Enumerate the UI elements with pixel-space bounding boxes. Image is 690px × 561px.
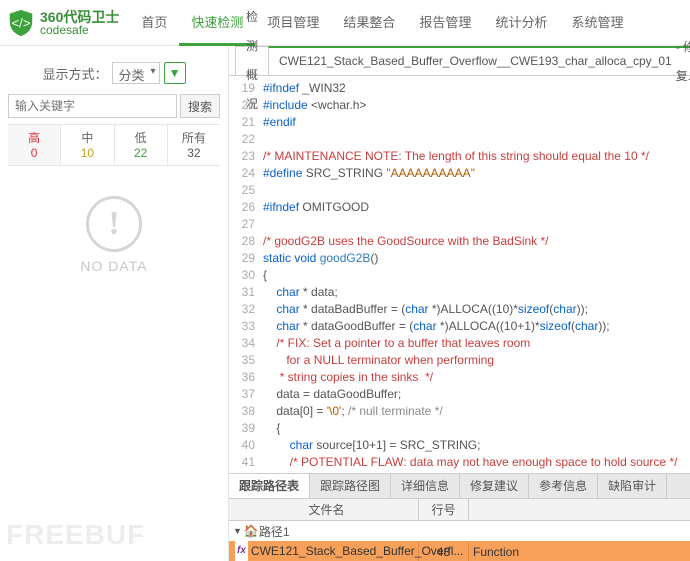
bottom-tab-2[interactable]: 详细信息 <box>391 474 460 498</box>
severity-tab-1[interactable]: 中10 <box>61 125 114 165</box>
path-tree-node[interactable]: ▼ 🏠 路径1 <box>229 521 690 541</box>
nav-item-1[interactable]: 快速检测 <box>179 0 255 46</box>
col-line: 行号 <box>419 499 469 520</box>
folder-icon: 🏠 <box>244 524 259 538</box>
bottom-tab-3[interactable]: 修复建议 <box>460 474 529 498</box>
logo: </> 360代码卫士 codesafe <box>0 8 129 38</box>
search-input[interactable] <box>8 94 177 118</box>
function-icon: fx <box>235 540 248 561</box>
watermark: FREEBUF <box>6 519 145 551</box>
severity-tab-2[interactable]: 低22 <box>115 125 168 165</box>
nav-item-2[interactable]: 项目管理 <box>255 0 331 46</box>
exclamation-icon: ! <box>86 196 142 252</box>
nav-item-0[interactable]: 首页 <box>129 0 179 46</box>
tab-overview[interactable]: 检测概况 <box>235 46 269 75</box>
nav-item-6[interactable]: 系统管理 <box>559 0 635 46</box>
nav-item-5[interactable]: 统计分析 <box>483 0 559 46</box>
brand-sub: codesafe <box>40 24 119 36</box>
search-button[interactable]: 搜索 <box>180 94 220 118</box>
filter-button[interactable]: ▼ <box>164 62 186 84</box>
chevron-down-icon: ▼ <box>233 526 242 536</box>
bottom-tab-4[interactable]: 参考信息 <box>529 474 598 498</box>
trace-row[interactable]: fxCWE121_Stack_Based_Buffer_Overfl... 48… <box>229 541 690 561</box>
brand-title: 360代码卫士 <box>40 10 119 24</box>
col-filename: 文件名 <box>229 499 419 520</box>
bottom-tab-0[interactable]: 跟踪路径表 <box>229 474 310 498</box>
tab-file[interactable]: CWE121_Stack_Based_Buffer_Overflow__CWE1… <box>268 46 690 75</box>
display-label: 显示方式： <box>42 64 107 83</box>
shield-icon: </> <box>6 8 36 38</box>
no-data: ! NO DATA <box>8 196 220 274</box>
display-mode-select[interactable]: 分类 <box>112 62 160 84</box>
bottom-tab-5[interactable]: 缺陷审计 <box>598 474 667 498</box>
severity-tab-3[interactable]: 所有32 <box>168 125 220 165</box>
bottom-tab-1[interactable]: 跟踪路径图 <box>310 474 391 498</box>
nav-item-3[interactable]: 结果整合 <box>331 0 407 46</box>
nav-item-4[interactable]: 报告管理 <box>407 0 483 46</box>
col-desc <box>469 499 690 520</box>
severity-tab-0[interactable]: 高0 <box>8 125 61 165</box>
svg-text:</>: </> <box>12 15 31 30</box>
code-editor[interactable]: 19#ifndef _WIN3220#include <wchar.h>21#e… <box>229 76 690 473</box>
